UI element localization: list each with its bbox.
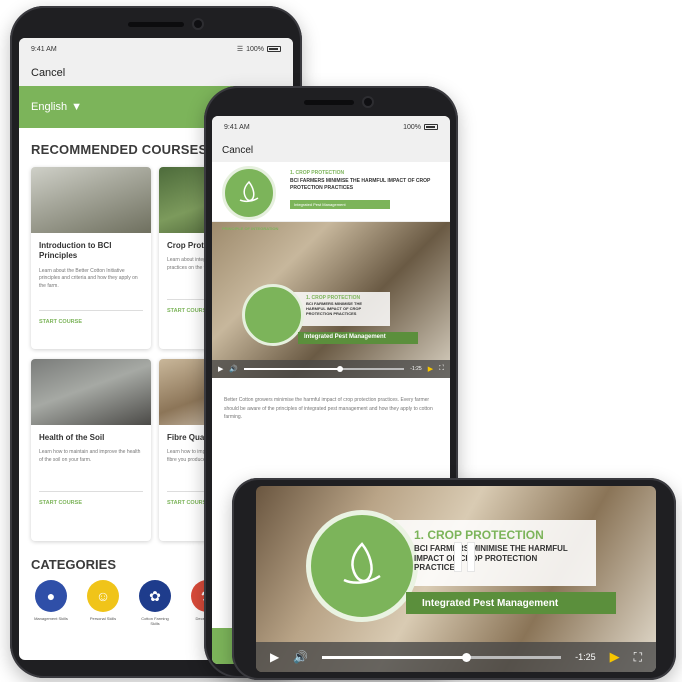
video-controls: ▶ 🔊 -1:25 ▶ ⛶ bbox=[256, 642, 656, 672]
course-description: Learn about the Better Cotton Initiative… bbox=[39, 267, 138, 289]
course-card[interactable]: Health of the Soil Learn how to maintain… bbox=[31, 359, 151, 541]
video-title-overlay: 1. CROP PROTECTION BCI FARMERS MINIMISE … bbox=[242, 284, 418, 346]
status-right: 100% bbox=[403, 124, 438, 131]
video-subtitle: BCI FARMERS MINIMISE THE HARMFUL IMPACT … bbox=[414, 544, 568, 573]
seek-handle[interactable] bbox=[337, 366, 344, 372]
speaker-grille bbox=[128, 22, 184, 27]
cancel-button[interactable]: Cancel bbox=[31, 67, 65, 79]
caret-down-icon: ▼ bbox=[71, 101, 82, 113]
category-label: Management Skills bbox=[34, 616, 68, 621]
speaker-grille bbox=[304, 100, 354, 105]
pause-icon[interactable] bbox=[452, 542, 476, 574]
course-header: 1. CROP PROTECTION BCI FARMERS MINIMISE … bbox=[212, 162, 450, 222]
cotton-boll-icon bbox=[306, 510, 418, 622]
status-right: ☰ 100% bbox=[237, 45, 281, 53]
course-card[interactable]: Introduction to BCI Principles Learn abo… bbox=[31, 167, 151, 349]
status-bar: 9:41 AM ☰ 100% bbox=[19, 38, 293, 60]
start-course-link[interactable]: START COURSE bbox=[31, 496, 151, 510]
volume-icon[interactable]: 🔊 bbox=[293, 650, 308, 664]
seek-bar[interactable] bbox=[322, 652, 562, 662]
nav-bar: Cancel bbox=[19, 60, 293, 86]
plant-icon: ✿ bbox=[139, 580, 171, 612]
course-topic-pill: Integrated Pest Management bbox=[290, 200, 390, 209]
phone-landscape-video: 1. CROP PROTECTION BCI FARMERS MINIMISE … bbox=[232, 478, 676, 680]
time-remaining: -1:25 bbox=[575, 652, 596, 662]
wifi-icon: ☰ bbox=[236, 46, 244, 53]
battery-icon bbox=[267, 46, 281, 52]
play-next-icon[interactable]: ▶ bbox=[610, 649, 620, 665]
nav-bar: Cancel bbox=[212, 138, 450, 162]
course-principle: BCI FARMERS MINIMISE THE HARMFUL IMPACT … bbox=[290, 178, 431, 191]
battery-icon bbox=[424, 124, 438, 130]
course-number: 1. CROP PROTECTION bbox=[290, 170, 345, 176]
time-remaining: -1:25 bbox=[410, 366, 422, 372]
play-next-icon[interactable]: ▶ bbox=[428, 365, 433, 373]
card-divider bbox=[39, 491, 143, 493]
fullscreen-video[interactable]: 1. CROP PROTECTION BCI FARMERS MINIMISE … bbox=[256, 486, 656, 672]
fullscreen-icon[interactable]: ⛶ bbox=[439, 365, 444, 373]
status-time: 9:41 AM bbox=[31, 45, 57, 53]
battery-percent: 100% bbox=[403, 123, 421, 131]
card-divider bbox=[39, 309, 143, 311]
category-item[interactable]: ● Management Skills bbox=[33, 580, 69, 626]
video-title: 1. CROP PROTECTION bbox=[414, 528, 544, 542]
seek-bar-fill bbox=[322, 655, 466, 659]
video-player[interactable]: PRINCIPLE OF INTEGRATION 1. CROP PROTECT… bbox=[212, 222, 450, 378]
video-topic-pill: Integrated Pest Management bbox=[406, 592, 616, 614]
course-thumbnail bbox=[31, 359, 151, 425]
course-title: Health of the Soil bbox=[39, 433, 105, 442]
seek-bar[interactable] bbox=[244, 366, 405, 372]
status-time: 9:41 AM bbox=[224, 123, 250, 131]
fullscreen-icon[interactable]: ⛶ bbox=[634, 650, 642, 665]
category-item[interactable]: ☺ Personal Skills bbox=[85, 580, 121, 626]
seek-bar-fill bbox=[244, 368, 341, 370]
course-body-text: Better Cotton growers minimise the harmf… bbox=[224, 397, 433, 420]
course-title: Introduction to BCI Principles bbox=[39, 241, 112, 261]
start-course-link[interactable]: START COURSE bbox=[31, 315, 151, 329]
cotton-boll-icon bbox=[222, 166, 276, 220]
play-icon[interactable]: ▶ bbox=[218, 365, 223, 373]
video-section-label: PRINCIPLE OF INTEGRATION bbox=[222, 226, 279, 231]
category-item[interactable]: ✿ Cotton Farming Skills bbox=[137, 580, 173, 626]
video-controls: ▶ 🔊 -1:25 ▶ ⛶ bbox=[212, 360, 450, 378]
front-camera bbox=[194, 20, 202, 28]
video-topic-pill: Integrated Pest Management bbox=[298, 332, 418, 344]
battery-percent: 100% bbox=[246, 45, 264, 53]
category-label: Cotton Farming Skills bbox=[141, 616, 169, 627]
cancel-button[interactable]: Cancel bbox=[222, 145, 253, 156]
front-camera bbox=[364, 98, 372, 106]
cotton-boll-icon bbox=[242, 284, 304, 346]
volume-icon[interactable]: 🔊 bbox=[229, 365, 238, 373]
status-bar: 9:41 AM 100% bbox=[212, 116, 450, 138]
category-label: Personal Skills bbox=[89, 616, 117, 621]
course-thumbnail bbox=[31, 167, 151, 233]
language-label: English bbox=[31, 101, 68, 113]
course-description: Learn how to maintain and improve the he… bbox=[39, 449, 141, 463]
seek-handle[interactable] bbox=[461, 652, 471, 662]
marketing-composite: 9:41 AM ☰ 100% Cancel English ▼ RECOMMEN… bbox=[0, 0, 682, 682]
person-icon: ☺ bbox=[87, 580, 119, 612]
people-icon: ● bbox=[35, 580, 67, 612]
play-icon[interactable]: ▶ bbox=[270, 650, 279, 664]
